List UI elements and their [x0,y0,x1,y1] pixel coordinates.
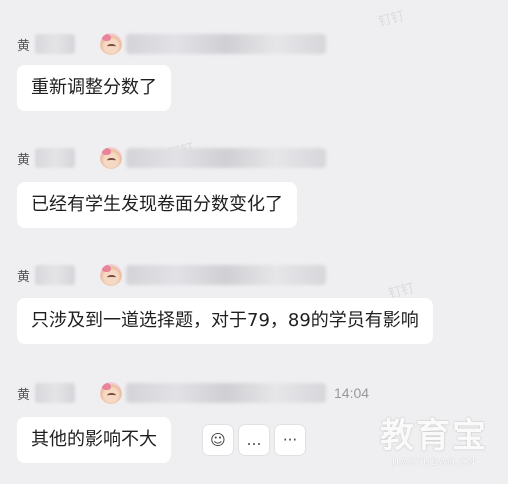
more-button[interactable]: ··· [274,424,306,456]
brand-domain: JIAOYUBAO.CN [392,457,476,468]
message-bubble[interactable]: 只涉及到一道选择题，对于79，89的学员有影响 [17,298,433,344]
message-bubble[interactable]: 其他的影响不大 [17,417,171,463]
emoji-add-icon: ☺ [210,431,226,449]
add-reaction-button[interactable]: ☺ [202,424,234,456]
brand-watermark: 教育宝 JIAOYUBAO.CN [380,408,488,468]
avatar[interactable] [100,33,122,55]
reply-button[interactable]: … [238,424,270,456]
message-timestamp: 14:04 [334,385,370,401]
avatar[interactable] [100,147,122,169]
blurred-name [35,383,75,403]
avatar[interactable] [100,264,122,286]
message-meta: 黄 14:04 [17,382,369,404]
message-actions: ☺ … ··· [202,424,306,456]
blurred-name [35,265,75,285]
brand-logo-text: 教育宝 [380,416,488,456]
blurred-group-info [126,148,326,168]
blurred-group-info [126,34,326,54]
blurred-name [35,148,75,168]
sender-name[interactable]: 黄 [17,149,33,168]
watermark: 钉钉 [377,8,407,31]
message-meta: 黄 [17,264,326,286]
comment-icon: … [246,431,262,449]
sender-name[interactable]: 黄 [17,266,33,285]
message-bubble[interactable]: 重新调整分数了 [17,65,171,111]
more-icon: ··· [282,431,298,449]
sender-name[interactable]: 黄 [17,35,33,54]
blurred-group-info [126,383,326,403]
avatar[interactable] [100,382,122,404]
message-bubble[interactable]: 已经有学生发现卷面分数变化了 [17,182,297,228]
blurred-group-info [126,265,326,285]
message-meta: 黄 [17,147,326,169]
sender-name[interactable]: 黄 [17,384,33,403]
blurred-name [35,34,75,54]
message-meta: 黄 [17,33,326,55]
